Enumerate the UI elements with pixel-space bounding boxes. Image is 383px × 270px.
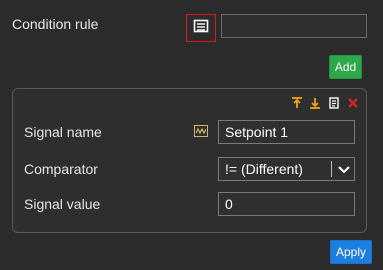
add-button[interactable]: Add bbox=[329, 55, 362, 79]
select-separator bbox=[331, 161, 332, 177]
signal-value-field[interactable]: 0 bbox=[218, 192, 355, 216]
condition-rule-input[interactable] bbox=[221, 14, 367, 38]
move-down-icon[interactable] bbox=[308, 96, 322, 110]
signal-value-label: Signal value bbox=[24, 196, 101, 212]
apply-button[interactable]: Apply bbox=[330, 240, 372, 264]
signal-value-text: 0 bbox=[225, 196, 233, 212]
signal-name-label: Signal name bbox=[24, 124, 102, 140]
comparator-selected-value: != (Different) bbox=[225, 161, 303, 177]
move-up-icon[interactable] bbox=[290, 96, 304, 110]
copy-icon[interactable] bbox=[327, 96, 341, 110]
signal-name-field[interactable]: Setpoint 1 bbox=[218, 120, 355, 144]
condition-rule-picker-button[interactable] bbox=[186, 14, 216, 42]
delete-icon[interactable] bbox=[346, 96, 360, 110]
signal-name-value: Setpoint 1 bbox=[225, 124, 289, 140]
signal-picker-icon[interactable] bbox=[194, 125, 208, 137]
chevron-down-icon bbox=[338, 161, 350, 177]
list-icon bbox=[193, 19, 209, 38]
comparator-label: Comparator bbox=[24, 161, 98, 177]
condition-rule-label: Condition rule bbox=[12, 16, 99, 32]
comparator-select[interactable]: != (Different) bbox=[218, 157, 355, 181]
